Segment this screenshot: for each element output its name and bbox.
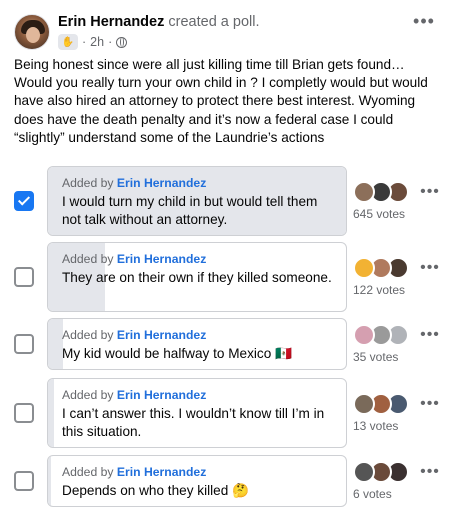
poll-option-checkbox[interactable] xyxy=(14,403,34,423)
vote-count[interactable]: 645 votes xyxy=(353,207,405,221)
post-meta: ✋ · 2h · xyxy=(58,34,128,50)
group-badge-icon[interactable]: ✋ xyxy=(58,34,78,50)
poll-option-row: Added by Erin Hernandez My kid would be h… xyxy=(0,318,450,370)
more-options-icon[interactable]: ••• xyxy=(419,184,441,200)
voter-avatar xyxy=(353,393,375,415)
more-options-icon[interactable]: ••• xyxy=(412,12,436,32)
vote-count[interactable]: 122 votes xyxy=(353,283,405,297)
voter-avatar xyxy=(353,181,375,203)
poll-option-text: My kid would be halfway to Mexico 🇲🇽 xyxy=(62,346,292,361)
voter-avatar xyxy=(353,461,375,483)
post-action: created a poll. xyxy=(168,14,260,30)
poll-option-text: I can’t answer this. I wouldn’t know til… xyxy=(62,406,325,439)
author-name[interactable]: Erin Hernandez xyxy=(58,14,164,30)
poll-option-row: Added by Erin Hernandez They are on their… xyxy=(0,242,450,312)
more-options-icon[interactable]: ••• xyxy=(419,464,441,480)
checkmark-icon xyxy=(17,193,31,206)
voter-avatar xyxy=(353,257,375,279)
added-by-name[interactable]: Erin Hernandez xyxy=(117,465,206,479)
poll-option[interactable]: Added by Erin Hernandez I would turn my c… xyxy=(47,166,347,236)
voter-avatars[interactable] xyxy=(353,257,413,281)
added-by-name[interactable]: Erin Hernandez xyxy=(117,328,206,342)
poll-option-text: I would turn my child in but would tell … xyxy=(62,194,318,227)
post-title: Erin Hernandez created a poll. xyxy=(58,14,259,30)
globe-icon[interactable] xyxy=(116,36,128,48)
poll-option[interactable]: Added by Erin Hernandez My kid would be h… xyxy=(47,318,347,370)
poll-option-checkbox[interactable] xyxy=(14,191,34,211)
added-by-label: Added by Erin Hernandez xyxy=(62,465,207,479)
poll-option[interactable]: Added by Erin Hernandez Depends on who th… xyxy=(47,455,347,507)
poll-option-text: Depends on who they killed 🤔 xyxy=(62,483,249,498)
vote-count[interactable]: 13 votes xyxy=(353,419,398,433)
poll-option-text: They are on their own if they killed som… xyxy=(62,270,332,285)
poll-option[interactable]: Added by Erin Hernandez I can’t answer th… xyxy=(47,378,347,448)
poll-option-checkbox[interactable] xyxy=(14,334,34,354)
added-by-name[interactable]: Erin Hernandez xyxy=(117,388,206,402)
post-body: Being honest since were all just killing… xyxy=(14,57,428,145)
voter-avatars[interactable] xyxy=(353,324,413,348)
added-by-name[interactable]: Erin Hernandez xyxy=(117,176,206,190)
added-by-label: Added by Erin Hernandez xyxy=(62,328,207,342)
voter-avatar xyxy=(353,324,375,346)
voter-avatars[interactable] xyxy=(353,393,413,417)
vote-count[interactable]: 35 votes xyxy=(353,350,398,364)
voter-avatars[interactable] xyxy=(353,461,413,485)
more-options-icon[interactable]: ••• xyxy=(419,396,441,412)
poll-option[interactable]: Added by Erin Hernandez They are on their… xyxy=(47,242,347,312)
post-time[interactable]: 2h xyxy=(90,35,104,49)
author-avatar[interactable] xyxy=(14,14,50,50)
more-options-icon[interactable]: ••• xyxy=(419,260,441,276)
added-by-name[interactable]: Erin Hernandez xyxy=(117,252,206,266)
poll-option-row: Added by Erin Hernandez Depends on who th… xyxy=(0,455,450,507)
poll-option-checkbox[interactable] xyxy=(14,471,34,491)
post-header: Erin Hernandez created a poll. ✋ · 2h · … xyxy=(14,10,436,54)
vote-count[interactable]: 6 votes xyxy=(353,487,392,501)
added-by-label: Added by Erin Hernandez xyxy=(62,388,207,402)
added-by-label: Added by Erin Hernandez xyxy=(62,252,207,266)
added-by-label: Added by Erin Hernandez xyxy=(62,176,207,190)
more-options-icon[interactable]: ••• xyxy=(419,327,441,343)
voter-avatars[interactable] xyxy=(353,181,413,205)
poll-option-row: Added by Erin Hernandez I would turn my c… xyxy=(0,166,450,236)
poll-option-checkbox[interactable] xyxy=(14,267,34,287)
poll-option-row: Added by Erin Hernandez I can’t answer th… xyxy=(0,378,450,448)
